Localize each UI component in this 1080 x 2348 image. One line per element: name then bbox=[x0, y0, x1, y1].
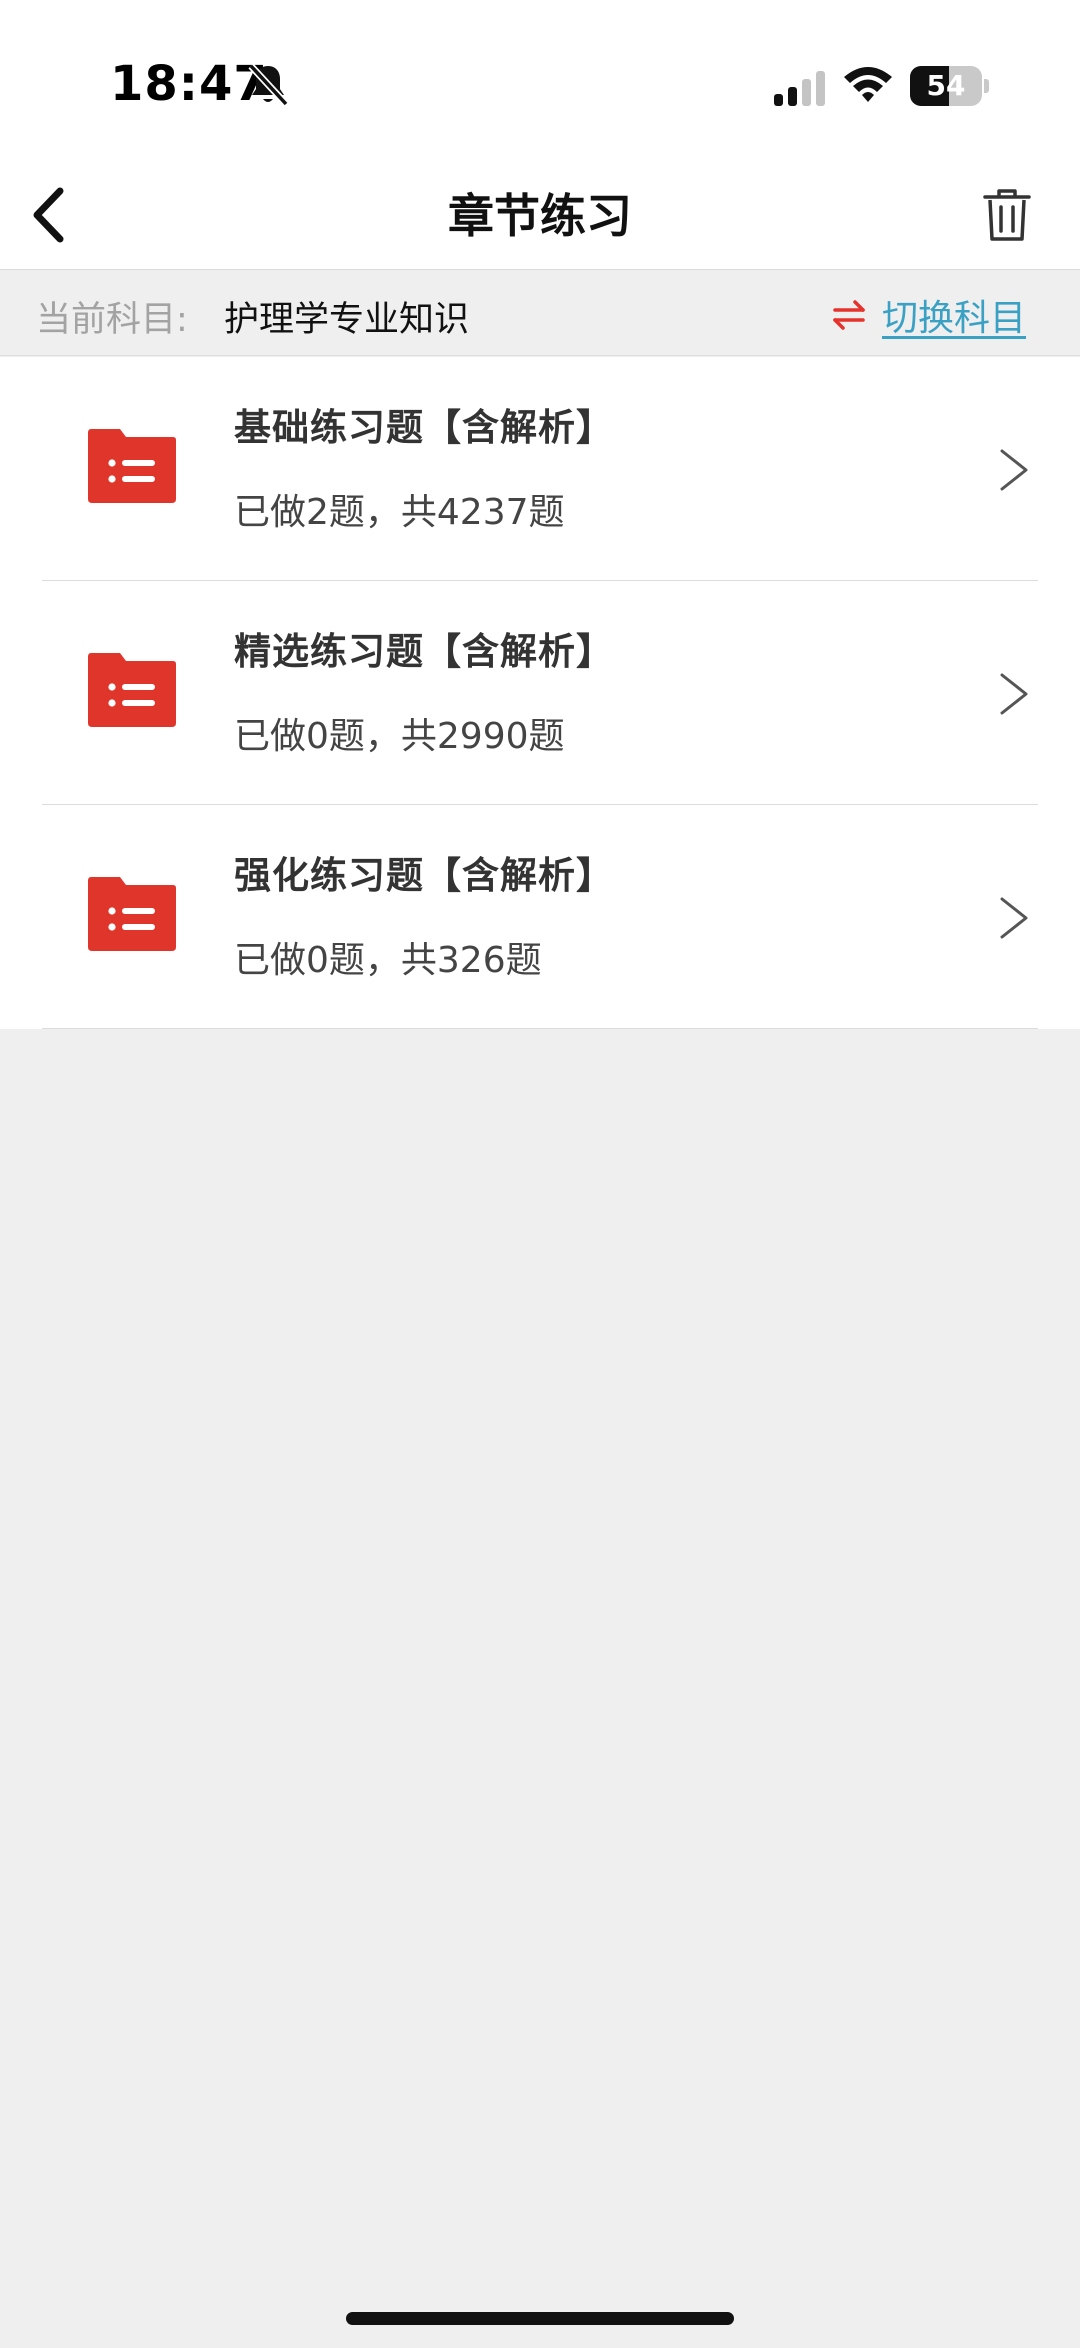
status-time: 18:47 bbox=[110, 56, 268, 112]
item-progress: 已做0题，共326题 bbox=[234, 940, 542, 981]
item-progress: 已做0题，共2990题 bbox=[234, 716, 565, 757]
list-item-intensive-practice[interactable]: 强化练习题【含解析】 已做0题，共326题 bbox=[0, 805, 1080, 1029]
list-item-basic-practice[interactable]: 基础练习题【含解析】 已做2题，共4237题 bbox=[0, 357, 1080, 581]
screen: 18:47 54 章节练习 当前科目: 护理学专业知识 切换科目 基础练习题【含… bbox=[0, 0, 1080, 2348]
item-progress: 已做2题，共4237题 bbox=[234, 492, 565, 533]
folder-list-icon bbox=[88, 653, 176, 727]
item-title: 精选练习题【含解析】 bbox=[234, 630, 614, 673]
home-indicator bbox=[346, 2312, 734, 2325]
page-title: 章节练习 bbox=[448, 189, 632, 243]
item-title: 基础练习题【含解析】 bbox=[234, 406, 614, 449]
current-subject-value: 护理学专业知识 bbox=[224, 300, 470, 340]
delete-button[interactable] bbox=[978, 182, 1036, 248]
status-bar: 18:47 54 bbox=[0, 0, 1080, 160]
current-subject-bar: 当前科目: 护理学专业知识 切换科目 bbox=[0, 271, 1080, 356]
trash-icon bbox=[983, 189, 1031, 241]
folder-list-icon bbox=[88, 877, 176, 951]
list-item-selected-practice[interactable]: 精选练习题【含解析】 已做0题，共2990题 bbox=[0, 581, 1080, 805]
battery-body: 54 bbox=[910, 66, 982, 106]
swap-arrows-icon bbox=[833, 300, 865, 330]
battery-percentage: 54 bbox=[926, 69, 966, 102]
practice-list: 基础练习题【含解析】 已做2题，共4237题 精选练习题【含解析】 已做0题，共… bbox=[0, 357, 1080, 1029]
bell-muted-icon bbox=[248, 63, 289, 107]
nav-bar: 章节练习 bbox=[0, 160, 1080, 270]
chevron-right-icon bbox=[1000, 897, 1028, 939]
item-title: 强化练习题【含解析】 bbox=[234, 854, 614, 897]
battery-tip bbox=[984, 79, 989, 93]
chevron-right-icon bbox=[1000, 449, 1028, 491]
divider bbox=[42, 1028, 1038, 1029]
battery-indicator: 54 bbox=[910, 66, 990, 106]
switch-subject-link[interactable]: 切换科目 bbox=[882, 289, 1026, 341]
chevron-right-icon bbox=[1000, 673, 1028, 715]
switch-subject-button[interactable]: 切换科目 bbox=[832, 289, 1026, 341]
cellular-signal-icon bbox=[774, 71, 825, 106]
current-subject-label: 当前科目: bbox=[36, 300, 188, 340]
wifi-icon bbox=[844, 67, 892, 102]
folder-list-icon bbox=[88, 429, 176, 503]
